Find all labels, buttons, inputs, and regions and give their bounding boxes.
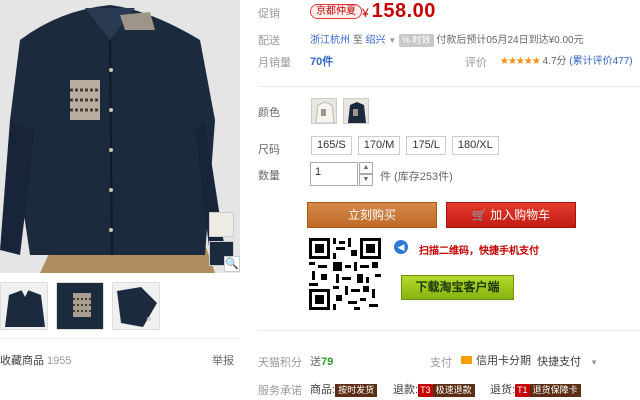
fast-refund-badge[interactable]: 极速退款 bbox=[432, 384, 475, 397]
qr-code-icon bbox=[309, 238, 381, 310]
return-t-badge: T1 bbox=[515, 384, 530, 397]
refund-t-badge: T3 bbox=[418, 384, 433, 397]
sales-value: 70件 bbox=[310, 56, 334, 68]
buy-now-button[interactable]: 立刻购买 bbox=[307, 202, 437, 228]
goods-label: 商品: bbox=[310, 384, 336, 396]
qty-decrement-button[interactable]: ▼ bbox=[359, 174, 373, 186]
rating-stars-icon: ★★★★★ bbox=[500, 56, 541, 67]
return-row: 退货: T1 退货保障卡 bbox=[490, 381, 581, 397]
white-swatch-thumb[interactable] bbox=[209, 212, 234, 237]
download-app-button[interactable]: 下载淘宝客户端 bbox=[401, 275, 514, 300]
refund-label: 退款: bbox=[393, 384, 419, 396]
promo-badge: 京都仲夏 bbox=[310, 4, 362, 19]
chevron-down-icon[interactable]: ▼ bbox=[590, 358, 598, 367]
refund-row: 退款: T3 极速退款 bbox=[393, 381, 475, 397]
quick-pay[interactable]: 快捷支付 ▼ bbox=[537, 353, 598, 369]
thumbnail-row bbox=[0, 282, 160, 330]
chevron-down-icon[interactable]: ▼ bbox=[388, 36, 396, 45]
qty-label: 数量 bbox=[258, 170, 280, 182]
price-value: 158.00 bbox=[371, 0, 436, 22]
timeliness-tag: % 时效 bbox=[399, 34, 434, 47]
stock-text: 件 (库存253件) bbox=[380, 171, 453, 183]
divider bbox=[258, 330, 640, 331]
review-count-link[interactable]: (累计评价477) bbox=[569, 56, 632, 67]
divider bbox=[258, 86, 640, 87]
zoom-icon[interactable]: 🔍 bbox=[224, 256, 240, 272]
points-value: 79 bbox=[321, 356, 334, 368]
report-link[interactable]: 举报 bbox=[212, 352, 234, 368]
quantity-input[interactable]: 1 bbox=[310, 162, 358, 186]
collect-count: 1955 bbox=[47, 355, 72, 367]
color-option-navy[interactable] bbox=[343, 98, 369, 124]
collect-row: 收藏商品 1955 举报 bbox=[0, 352, 240, 368]
delivery-to-word: 至 bbox=[352, 35, 363, 46]
delivery-row: 浙江杭州 至 绍兴 ▼ % 时效 付款后预计05月24日到达¥0.00元 bbox=[310, 31, 584, 47]
on-time-delivery-badge[interactable]: 按时发货 bbox=[335, 384, 378, 397]
review-label: 评价 bbox=[465, 57, 487, 69]
points-value-row: 送79 bbox=[310, 353, 333, 369]
thumbnail-2[interactable] bbox=[56, 282, 104, 330]
main-product-image[interactable] bbox=[0, 0, 240, 273]
color-option-white[interactable] bbox=[311, 98, 337, 124]
quick-pay-label: 快捷支付 bbox=[537, 356, 581, 368]
currency-symbol: ¥ bbox=[362, 6, 369, 20]
divider bbox=[0, 338, 240, 339]
thumbnail-3[interactable] bbox=[112, 282, 160, 330]
color-options bbox=[311, 98, 369, 124]
delivery-to[interactable]: 绍兴 bbox=[366, 35, 386, 46]
pay-label: 支付 bbox=[430, 357, 452, 369]
promo-label: 促销 bbox=[258, 8, 280, 20]
delivery-from[interactable]: 浙江杭州 bbox=[310, 35, 350, 46]
return-guarantee-badge[interactable]: 退货保障卡 bbox=[529, 384, 581, 397]
delivery-estimate: 付款后预计05月24日到达¥0.00元 bbox=[436, 35, 584, 46]
cart-icon: 🛒 bbox=[471, 208, 487, 222]
add-to-cart-button[interactable]: 🛒 加入购物车 bbox=[446, 202, 576, 228]
credit-installment-label: 信用卡分期 bbox=[476, 355, 531, 367]
thumbnail-1[interactable] bbox=[0, 282, 48, 330]
size-option-l[interactable]: 175/L bbox=[406, 136, 446, 155]
shirt-model-illustration bbox=[0, 0, 240, 273]
arrow-left-icon: ◀ bbox=[394, 240, 408, 254]
price-block: ¥ 158.00 bbox=[362, 0, 436, 23]
review-row: ★★★★★ 4.7分 (累计评价477) bbox=[500, 52, 633, 67]
scan-qr-text: 扫描二维码，快捷手机支付 bbox=[419, 246, 539, 257]
add-to-cart-label: 加入购物车 bbox=[490, 208, 551, 222]
credit-card-icon bbox=[461, 356, 472, 364]
color-label: 颜色 bbox=[258, 107, 280, 119]
collect-link[interactable]: 收藏商品 bbox=[0, 355, 44, 367]
size-option-m[interactable]: 170/M bbox=[357, 136, 401, 155]
points-prefix: 送 bbox=[310, 356, 321, 368]
return-label: 退货: bbox=[490, 384, 516, 396]
service-row: 商品: 按时发货 bbox=[310, 381, 378, 397]
size-option-s[interactable]: 165/S bbox=[311, 136, 352, 155]
size-option-xl[interactable]: 180/XL bbox=[451, 136, 499, 155]
points-label: 天猫积分 bbox=[258, 357, 302, 369]
credit-installment[interactable]: 信用卡分期 bbox=[461, 352, 531, 368]
rating-score: 4.7分 bbox=[542, 56, 567, 67]
size-label: 尺码 bbox=[258, 144, 280, 156]
sales-label: 月销量 bbox=[258, 57, 291, 69]
promo-tag: 京都仲夏 bbox=[310, 4, 362, 19]
delivery-label: 配送 bbox=[258, 35, 280, 47]
service-label: 服务承诺 bbox=[258, 385, 302, 397]
size-options: 165/S 170/M 175/L 180/XL bbox=[311, 136, 499, 155]
qty-increment-button[interactable]: ▲ bbox=[359, 162, 373, 174]
